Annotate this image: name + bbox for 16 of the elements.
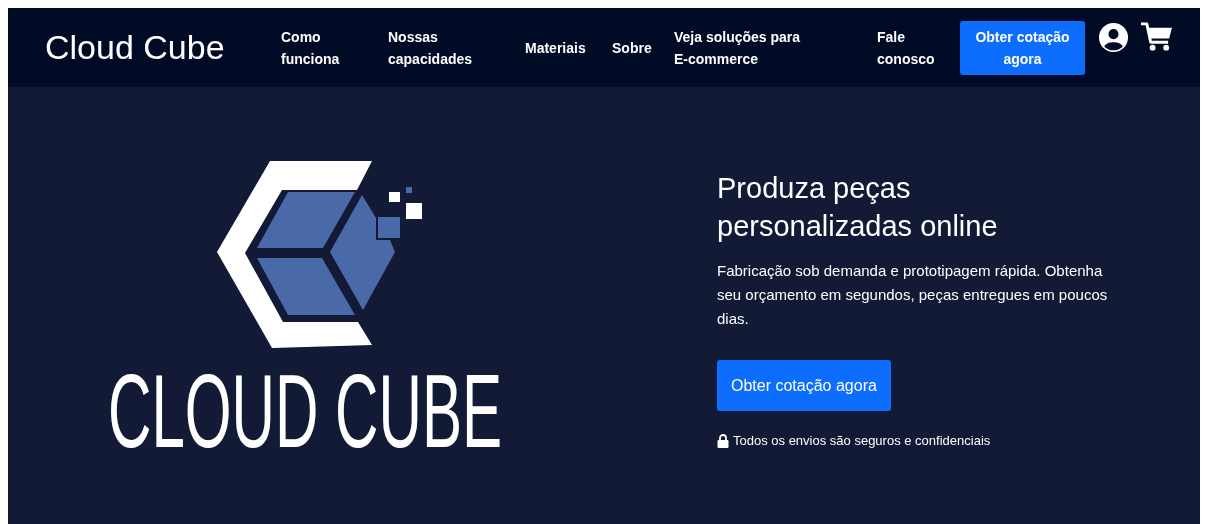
quote-button[interactable]: Obter cotação agora [717, 360, 891, 411]
hero-description: Fabricação sob demanda e prototipagem rápida. Obtenha seu orçamento em segundos, peças entregues em poucos dias. [717, 261, 1109, 329]
security-note: Todos os envios são seguros e confidenciais [733, 433, 991, 448]
nav-link[interactable]: Sobre [612, 36, 674, 59]
account-icon[interactable] [1098, 22, 1129, 53]
lock-icon [717, 433, 729, 448]
cart-icon[interactable] [1140, 21, 1173, 52]
logo-wordmark: CLOUD CUBE [108, 366, 503, 456]
quote-button[interactable]: Obter cotação agora [960, 20, 1085, 75]
nav-link[interactable]: Como funciona [281, 25, 388, 70]
nav-link[interactable]: Nossas capacidades [388, 25, 525, 70]
nav-link[interactable]: Veja soluções para E-commerce [674, 25, 877, 70]
hero-title: Produza peças personalizadas online [717, 171, 999, 244]
nav-link[interactable]: Materiais [525, 36, 612, 59]
brand-logo[interactable]: Cloud Cube [45, 28, 281, 67]
nav-link[interactable]: Fale conosco [877, 25, 960, 70]
